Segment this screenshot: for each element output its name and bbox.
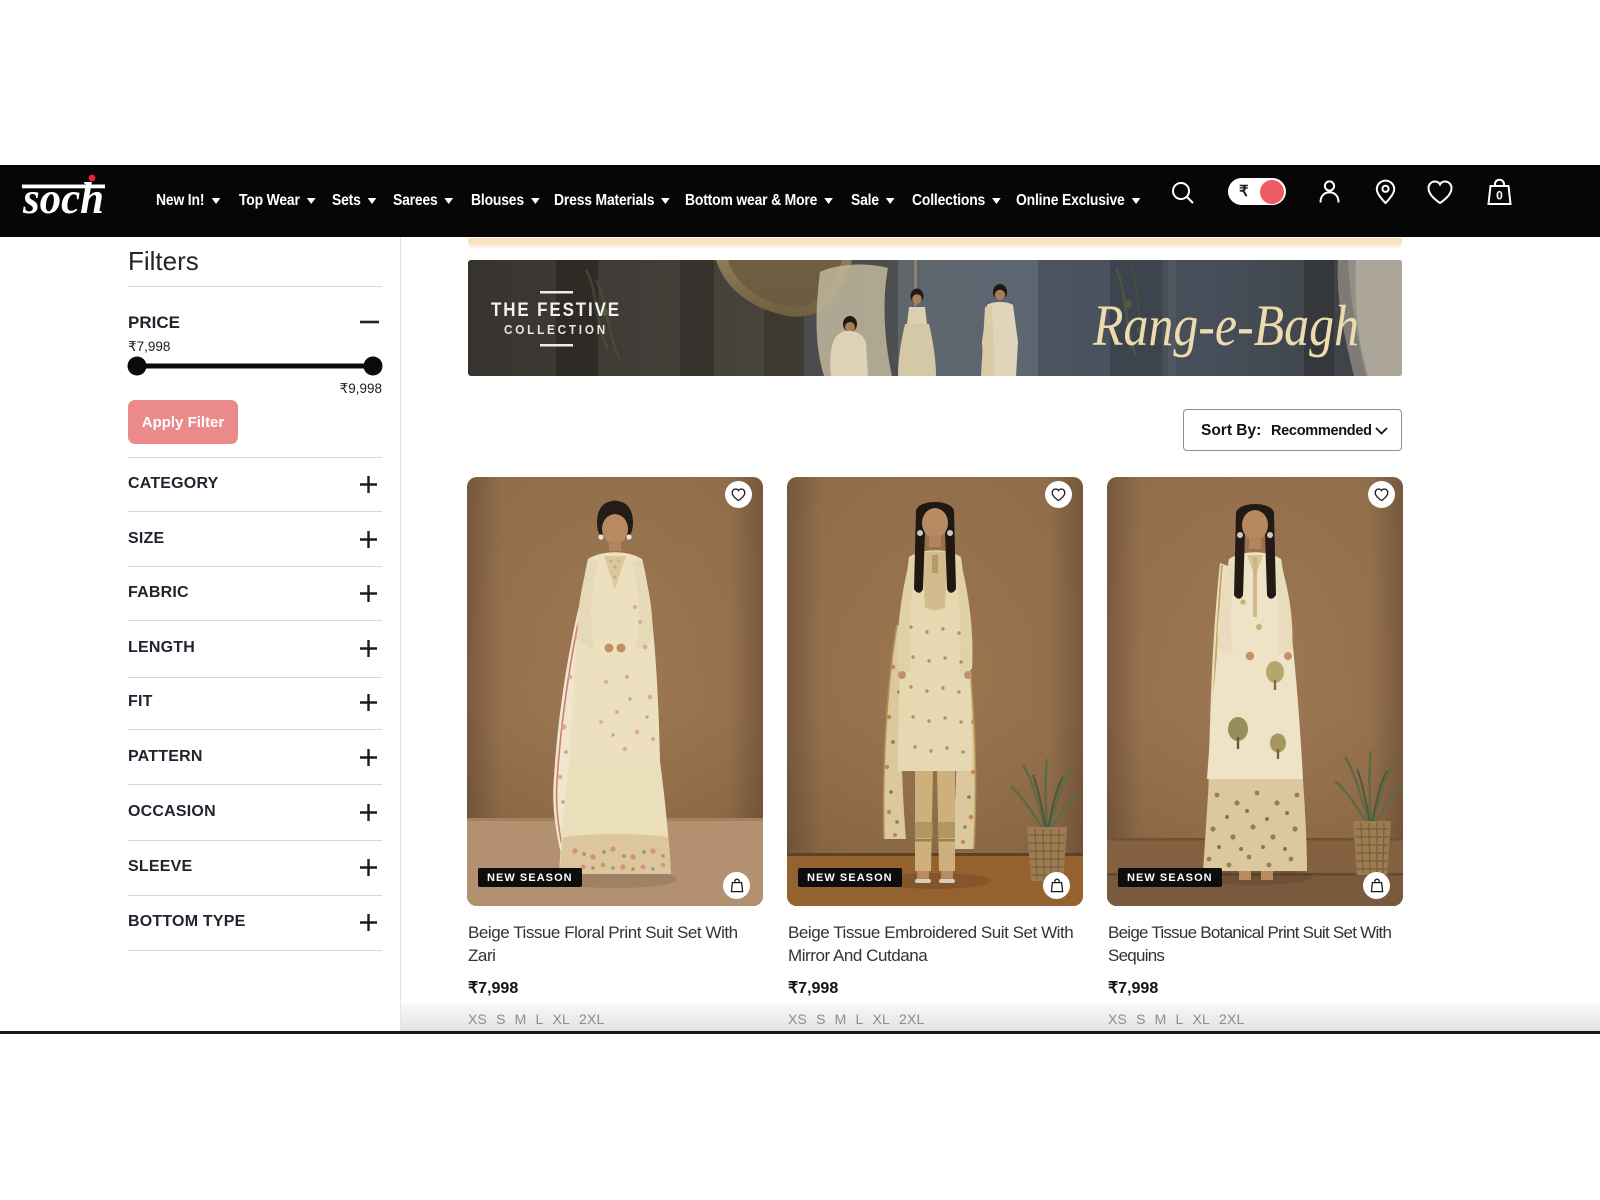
svg-text:COLLECTION: COLLECTION	[504, 323, 608, 337]
svg-text:0: 0	[1496, 189, 1503, 203]
svg-text:THE FESTIVE: THE FESTIVE	[491, 300, 621, 321]
svg-text:Rang-e-Bagh: Rang-e-Bagh	[1092, 293, 1359, 358]
